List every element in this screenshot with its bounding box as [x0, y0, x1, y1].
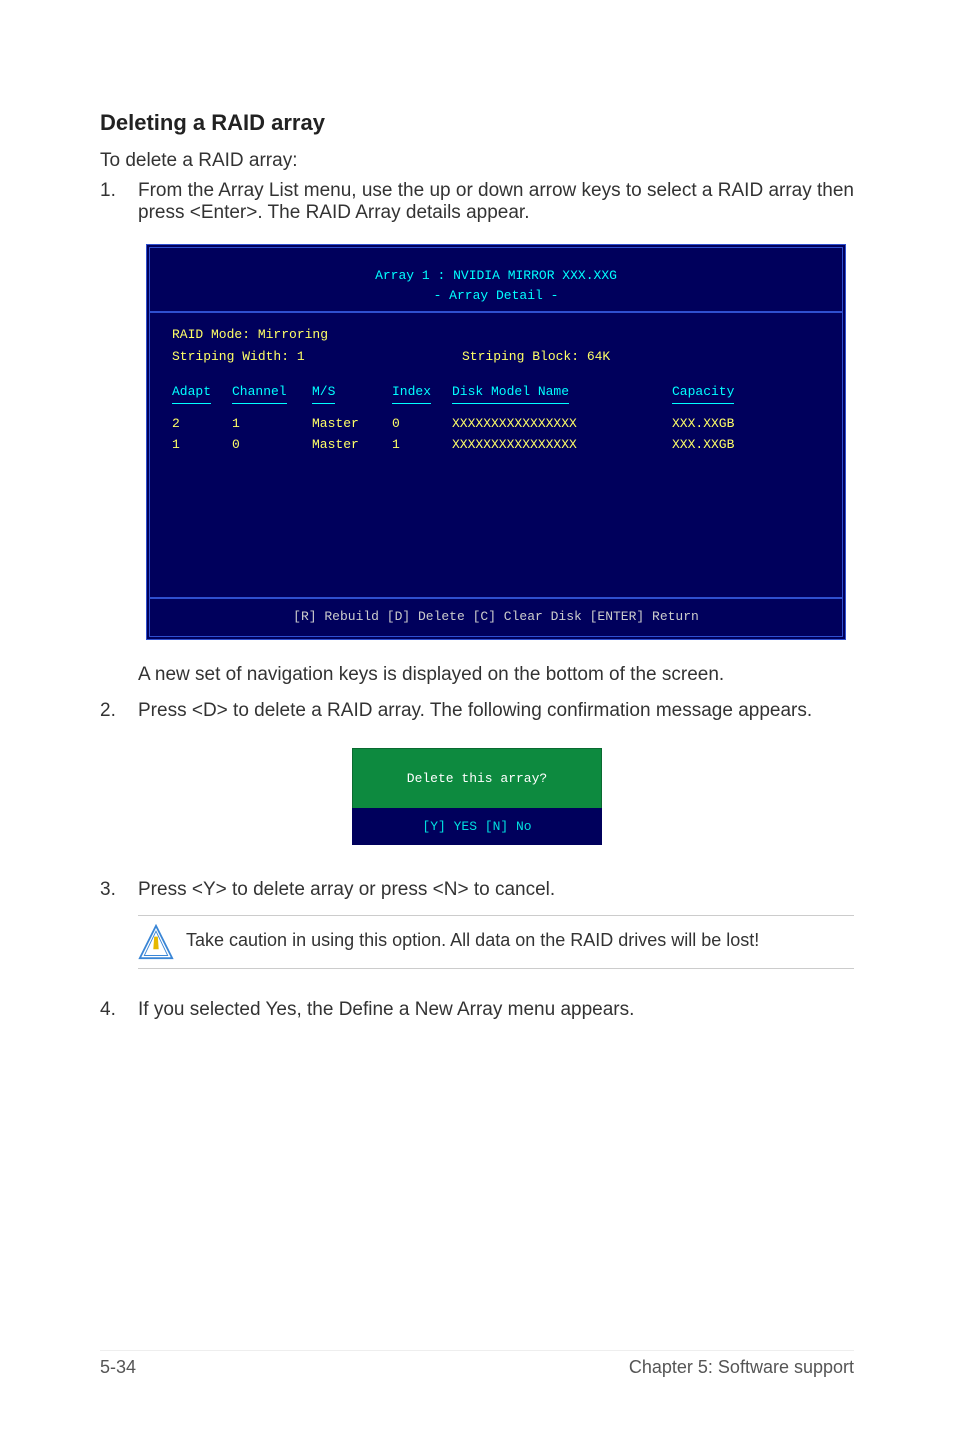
hdr-model-label: Disk Model Name — [452, 382, 569, 404]
confirmation-dialog-image: Delete this array? [Y] YES [N] No — [100, 748, 854, 845]
hdr-adapt-label: Adapt — [172, 382, 211, 404]
row0-ms: Master — [312, 414, 392, 434]
warning-icon — [138, 924, 174, 960]
hdr-capacity-label: Capacity — [672, 382, 734, 404]
terminal-col-headers: Adapt Channel M/S Index Disk Model Name … — [172, 382, 820, 404]
caution-note: Take caution in using this option. All d… — [138, 915, 854, 969]
hdr-index: Index — [392, 382, 452, 404]
hdr-ms-label: M/S — [312, 382, 335, 404]
row0-channel: 1 — [232, 414, 312, 434]
chapter-label: Chapter 5: Software support — [629, 1357, 854, 1378]
row0-cap: XXX.XXGB — [672, 414, 772, 434]
row1-ms: Master — [312, 435, 392, 455]
hdr-index-label: Index — [392, 382, 431, 404]
row0-index: 0 — [392, 414, 452, 434]
section-title: Deleting a RAID array — [100, 110, 854, 136]
step-2-text: Press <D> to delete a RAID array. The fo… — [138, 700, 854, 722]
hdr-capacity: Capacity — [672, 382, 772, 404]
terminal-raid-mode: RAID Mode: Mirroring — [172, 325, 820, 345]
terminal-header-line2: - Array Detail - — [150, 286, 842, 306]
hdr-channel: Channel — [232, 382, 312, 404]
terminal-striping-block: Striping Block: 64K — [462, 347, 820, 367]
terminal-footer: [R] Rebuild [D] Delete [C] Clear Disk [E… — [150, 597, 842, 624]
hdr-ms: M/S — [312, 382, 392, 404]
step-3-num: 3. — [100, 879, 138, 901]
spacer — [100, 664, 138, 686]
row1-index: 1 — [392, 435, 452, 455]
intro-text: To delete a RAID array: — [100, 150, 854, 172]
dialog-question: Delete this array? — [352, 748, 602, 808]
terminal-window: Array 1 : NVIDIA MIRROR XXX.XXG - Array … — [146, 244, 846, 640]
step-2: 2. Press <D> to delete a RAID array. The… — [100, 700, 854, 722]
row1-channel: 0 — [232, 435, 312, 455]
step-3-text: Press <Y> to delete array or press <N> t… — [138, 879, 854, 901]
row1-model: XXXXXXXXXXXXXXXX — [452, 435, 672, 455]
caution-text: Take caution in using this option. All d… — [186, 924, 759, 951]
nav-keys-text: A new set of navigation keys is displaye… — [138, 664, 854, 686]
step-4-text: If you selected Yes, the Define a New Ar… — [138, 999, 854, 1021]
row0-adapt: 2 — [172, 414, 232, 434]
spacer — [172, 457, 820, 587]
terminal-body: RAID Mode: Mirroring Striping Width: 1 S… — [150, 325, 842, 597]
terminal-header: Array 1 : NVIDIA MIRROR XXX.XXG - Array … — [150, 260, 842, 313]
spacer — [172, 368, 820, 382]
spacer — [172, 406, 820, 414]
confirmation-dialog: Delete this array? [Y] YES [N] No — [352, 748, 602, 845]
terminal-header-line1: Array 1 : NVIDIA MIRROR XXX.XXG — [150, 266, 842, 286]
hdr-adapt: Adapt — [172, 382, 232, 404]
step-1: 1. From the Array List menu, use the up … — [100, 180, 854, 224]
step-2-num: 2. — [100, 700, 138, 722]
terminal-screenshot: Array 1 : NVIDIA MIRROR XXX.XXG - Array … — [100, 244, 854, 640]
step-4-num: 4. — [100, 999, 138, 1021]
row1-cap: XXX.XXGB — [672, 435, 772, 455]
step-4: 4. If you selected Yes, the Define a New… — [100, 999, 854, 1021]
dialog-options: [Y] YES [N] No — [352, 808, 602, 845]
terminal-striping-width: Striping Width: 1 — [172, 347, 462, 367]
step-1-num: 1. — [100, 180, 138, 224]
hdr-channel-label: Channel — [232, 382, 287, 404]
nav-keys-note: A new set of navigation keys is displaye… — [100, 664, 854, 686]
row0-model: XXXXXXXXXXXXXXXX — [452, 414, 672, 434]
row1-adapt: 1 — [172, 435, 232, 455]
terminal-row-0: 2 1 Master 0 XXXXXXXXXXXXXXXX XXX.XXGB — [172, 414, 820, 434]
terminal-row-1: 1 0 Master 1 XXXXXXXXXXXXXXXX XXX.XXGB — [172, 435, 820, 455]
page-number: 5-34 — [100, 1357, 136, 1378]
step-1-text: From the Array List menu, use the up or … — [138, 180, 854, 224]
page-footer: 5-34 Chapter 5: Software support — [100, 1350, 854, 1378]
hdr-model: Disk Model Name — [452, 382, 672, 404]
terminal-striping-row: Striping Width: 1 Striping Block: 64K — [172, 347, 820, 367]
step-3: 3. Press <Y> to delete array or press <N… — [100, 879, 854, 901]
